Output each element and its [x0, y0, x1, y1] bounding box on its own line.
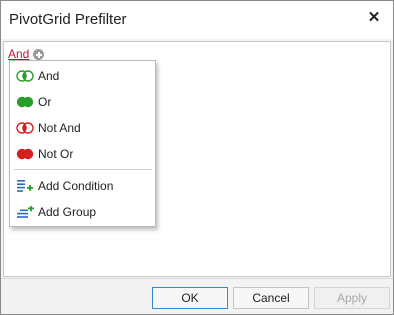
apply-button[interactable]: Apply	[314, 287, 390, 309]
menu-item-add-group[interactable]: Add Group	[10, 199, 155, 225]
cancel-button[interactable]: Cancel	[233, 287, 309, 309]
operator-context-menu: And Or Not And Not Or Add Condition Add …	[9, 60, 156, 227]
menu-item-label: Not Or	[38, 147, 74, 161]
add-group-icon	[17, 206, 34, 218]
add-condition-icon	[17, 180, 33, 192]
title-bar: PivotGrid Prefilter ✕	[1, 1, 393, 39]
add-plus-icon[interactable]	[33, 49, 44, 60]
menu-item-not-and[interactable]: Not And	[10, 115, 155, 141]
ok-button[interactable]: OK	[152, 287, 228, 309]
menu-item-label: Add Group	[38, 205, 97, 219]
or-icon	[16, 96, 34, 108]
not-or-icon	[16, 148, 34, 160]
dialog-title: PivotGrid Prefilter	[9, 11, 127, 28]
menu-item-label: Not And	[38, 121, 81, 135]
menu-item-label: Or	[38, 95, 52, 109]
and-icon	[16, 70, 34, 82]
menu-separator	[14, 169, 152, 170]
dialog-footer: OK Cancel Apply	[1, 278, 393, 314]
menu-item-or[interactable]: Or	[10, 89, 155, 115]
not-and-icon	[16, 122, 34, 134]
close-icon: ✕	[367, 9, 381, 26]
menu-item-not-or[interactable]: Not Or	[10, 141, 155, 167]
menu-item-label: And	[38, 69, 60, 83]
menu-item-label: Add Condition	[38, 179, 114, 193]
close-button[interactable]: ✕	[363, 6, 385, 28]
menu-item-and[interactable]: And	[10, 63, 155, 89]
prefilter-dialog: PivotGrid Prefilter ✕ And And Or Not And…	[0, 0, 394, 315]
menu-item-add-condition[interactable]: Add Condition	[10, 173, 155, 199]
group-operator-link[interactable]: And	[8, 47, 29, 61]
